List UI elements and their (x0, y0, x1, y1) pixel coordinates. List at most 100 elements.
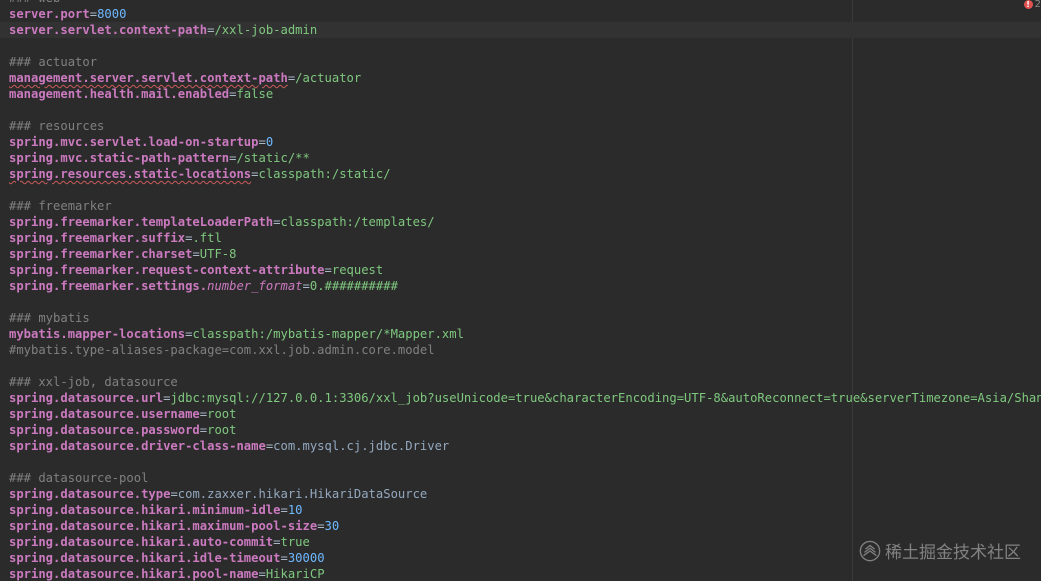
property-value: com.zaxxer.hikari.HikariDataSource (177, 487, 428, 501)
property-value: 0.########## (309, 279, 398, 293)
property-line[interactable]: management.server.servlet.context-path=/… (0, 70, 1041, 86)
property-line[interactable]: spring.freemarker.templateLoaderPath=cla… (0, 214, 1041, 230)
equals-sign: = (89, 7, 98, 21)
property-line[interactable]: spring.datasource.hikari.pool-name=Hikar… (0, 566, 1041, 581)
property-value: HikariCP (265, 567, 325, 581)
property-line[interactable]: spring.freemarker.settings.number_format… (0, 278, 1041, 294)
property-line[interactable]: mybatis.mapper-locations=classpath:/myba… (0, 326, 1041, 342)
property-key: spring.mvc.static-path-pattern (9, 151, 230, 165)
comment-text: ### web (9, 0, 60, 5)
property-line[interactable]: spring.mvc.static-path-pattern=/static/*… (0, 150, 1041, 166)
property-line[interactable]: spring.freemarker.request-context-attrib… (0, 262, 1041, 278)
comment-text: ### freemarker (9, 199, 112, 213)
error-icon: ! (1023, 0, 1033, 9)
blank-line[interactable]: ​ (0, 102, 1041, 118)
comment-line[interactable]: #mybatis.type-aliases-package=com.xxl.jo… (0, 342, 1041, 358)
code-editor[interactable]: ### webserver.port=8000server.servlet.co… (0, 0, 1041, 581)
comment-line[interactable]: ### mybatis (0, 310, 1041, 326)
property-line[interactable]: management.health.mail.enabled=false (0, 86, 1041, 102)
comment-text: ### xxl-job, datasource (9, 375, 178, 389)
code-lines: ### webserver.port=8000server.servlet.co… (0, 0, 1041, 581)
property-line[interactable]: spring.datasource.url=jdbc:mysql://127.0… (0, 390, 1041, 406)
property-line[interactable]: server.servlet.context-path=/xxl-job-adm… (0, 22, 1041, 38)
property-line[interactable]: spring.mvc.servlet.load-on-startup=0 (0, 134, 1041, 150)
comment-text: ### actuator (9, 55, 98, 69)
property-key: spring.datasource.username (9, 407, 200, 421)
error-count: 2 (1034, 0, 1041, 10)
equals-sign: = (273, 535, 281, 549)
property-value: 0 (265, 135, 274, 149)
equals-sign: = (170, 487, 178, 501)
property-key: spring.datasource.hikari.auto-commit (9, 535, 274, 549)
property-value: root (207, 423, 237, 437)
property-value: /actuator (295, 71, 362, 85)
property-key: management.health.mail.enabled (9, 87, 230, 101)
comment-line[interactable]: ### actuator (0, 54, 1041, 70)
blank-line[interactable]: ​ (0, 182, 1041, 198)
property-line[interactable]: spring.datasource.hikari.maximum-pool-si… (0, 518, 1041, 534)
comment-text: ### mybatis (9, 311, 90, 325)
blank-line[interactable]: ​ (0, 358, 1041, 374)
watermark: 稀土掘金技术社区 (859, 538, 1021, 563)
property-line[interactable]: spring.resources.static-locations=classp… (0, 166, 1041, 182)
equals-sign: = (258, 135, 266, 149)
juejin-logo-icon (859, 540, 881, 561)
property-value: 10 (287, 503, 303, 517)
property-line[interactable]: server.port=8000 (0, 6, 1041, 22)
property-key-suffix: number_format (207, 279, 303, 293)
property-value: request (331, 263, 384, 277)
equals-sign: = (280, 503, 288, 517)
property-line[interactable]: spring.datasource.type=com.zaxxer.hikari… (0, 486, 1041, 502)
property-value: root (207, 407, 237, 421)
property-key: spring.datasource.hikari.idle-timeout (9, 551, 281, 565)
equals-sign: = (273, 215, 281, 229)
equals-sign: = (280, 551, 288, 565)
property-key: spring.mvc.servlet.load-on-startup (9, 135, 259, 149)
property-key: spring.datasource.driver-class-name (9, 439, 266, 453)
property-line[interactable]: spring.datasource.password=root (0, 422, 1041, 438)
property-key: spring.datasource.type (9, 487, 171, 501)
property-key: management.server.servlet.context-path (9, 71, 288, 85)
equals-sign: = (258, 567, 266, 581)
property-line[interactable]: spring.freemarker.charset=UTF-8 (0, 246, 1041, 262)
inspection-indicator[interactable]: ! 2 (1023, 0, 1041, 11)
property-value: 8000 (97, 7, 127, 21)
property-value: 30 (324, 519, 340, 533)
comment-text: ### datasource-pool (9, 471, 149, 485)
property-value: classpath:/templates/ (280, 215, 435, 229)
property-key: spring.resources.static-locations (9, 167, 252, 181)
property-value: false (236, 87, 274, 101)
property-value: jdbc:mysql://127.0.0.1:3306/xxl_job?useU… (170, 391, 1041, 405)
property-key: spring.datasource.hikari.pool-name (9, 567, 259, 581)
property-value: classpath:/static/ (258, 167, 391, 181)
property-value: com.mysql.cj.jdbc.Driver (273, 439, 450, 453)
blank-line[interactable]: ​ (0, 294, 1041, 310)
watermark-text: 稀土掘金技术社区 (885, 543, 1021, 563)
comment-line[interactable]: ### freemarker (0, 198, 1041, 214)
equals-sign: = (302, 279, 310, 293)
property-key: spring.datasource.hikari.maximum-pool-si… (9, 519, 318, 533)
property-value: 30000 (287, 551, 325, 565)
property-key: spring.freemarker.templateLoaderPath (9, 215, 274, 229)
comment-line[interactable]: ### resources (0, 118, 1041, 134)
comment-line[interactable]: ### xxl-job, datasource (0, 374, 1041, 390)
property-value: true (280, 535, 310, 549)
property-key: server.servlet.context-path (9, 23, 208, 37)
comment-text: #mybatis.type-aliases-package=com.xxl.jo… (9, 343, 435, 357)
property-line[interactable]: spring.datasource.hikari.minimum-idle=10 (0, 502, 1041, 518)
blank-line[interactable]: ​ (0, 38, 1041, 54)
property-key: spring.freemarker.suffix (9, 231, 186, 245)
property-key: spring.freemarker.charset (9, 247, 193, 261)
property-line[interactable]: spring.datasource.username=root (0, 406, 1041, 422)
property-value: UTF-8 (199, 247, 237, 261)
property-value: classpath:/mybatis-mapper/*Mapper.xml (192, 327, 464, 341)
property-line[interactable]: spring.datasource.driver-class-name=com.… (0, 438, 1041, 454)
property-key: spring.datasource.hikari.minimum-idle (9, 503, 281, 517)
property-key: server.port (9, 7, 90, 21)
equals-sign: = (192, 247, 200, 261)
property-key: spring.datasource.url (9, 391, 164, 405)
property-line[interactable]: spring.freemarker.suffix=.ftl (0, 230, 1041, 246)
comment-line[interactable]: ### datasource-pool (0, 470, 1041, 486)
blank-line[interactable]: ​ (0, 454, 1041, 470)
property-key: mybatis.mapper-locations (9, 327, 186, 341)
